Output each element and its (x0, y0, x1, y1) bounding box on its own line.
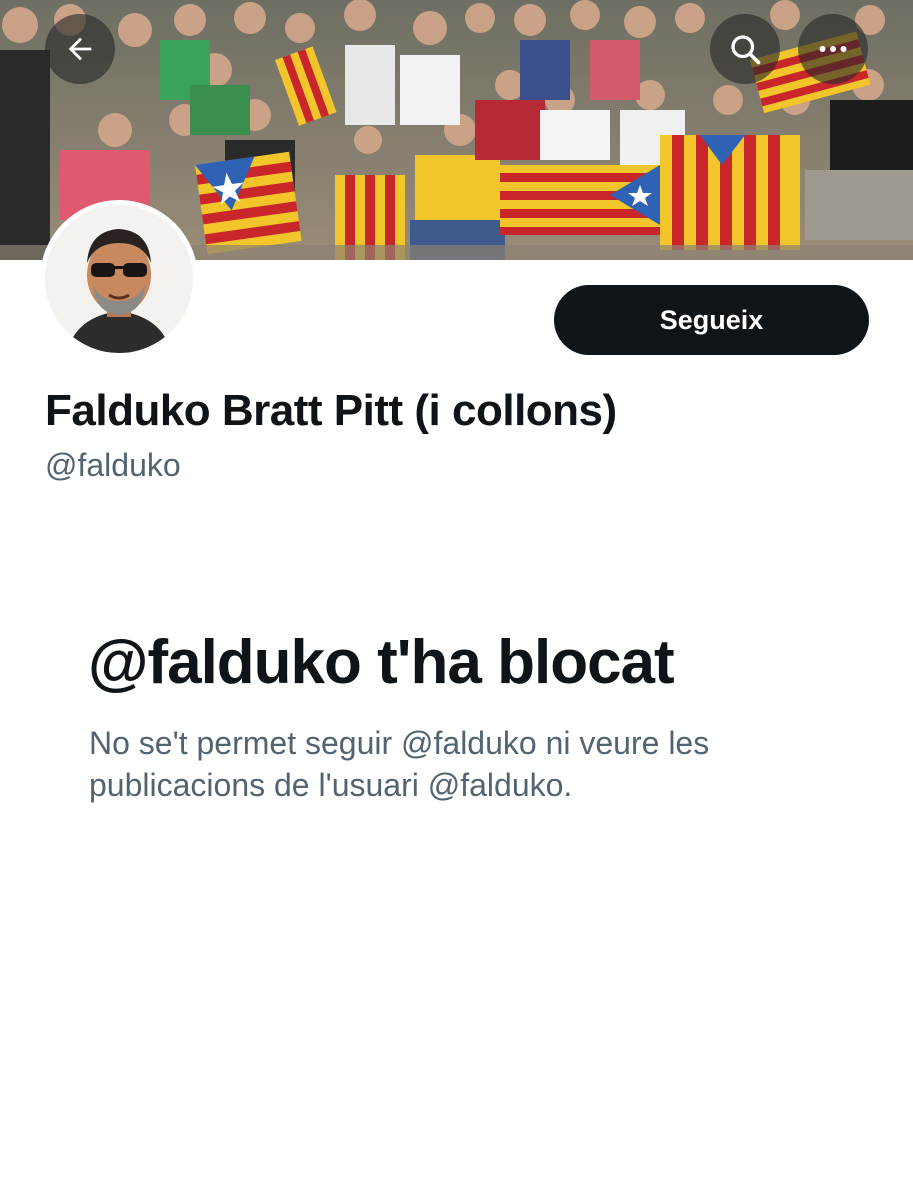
follow-button-label: Segueix (659, 304, 764, 335)
more-options-button[interactable] (798, 14, 868, 84)
follow-button[interactable]: Segueix (554, 285, 869, 355)
back-button[interactable] (45, 14, 115, 84)
blocked-description: No se't permet seguir @falduko ni veure … (89, 725, 710, 803)
profile-handle: @falduko (45, 447, 181, 483)
avatar-image (45, 205, 193, 353)
blocked-title: @falduko t'ha blocat (88, 628, 675, 697)
search-button[interactable] (710, 14, 780, 84)
profile-display-name: Falduko Bratt Pitt (i collons) (45, 386, 617, 435)
more-horizontal-icon (819, 46, 847, 52)
search-icon (731, 35, 761, 65)
arrow-left-icon (68, 37, 92, 61)
profile-avatar[interactable] (40, 200, 198, 358)
